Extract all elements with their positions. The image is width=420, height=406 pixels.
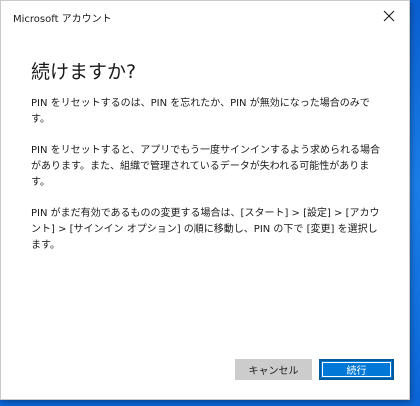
window-title: Microsoft アカウント [13, 14, 112, 25]
cancel-button[interactable]: キャンセル [235, 359, 312, 380]
info-paragraph-2: PIN をリセットすると、アプリでもう一度サインインするよう求められる場合があり… [31, 145, 380, 188]
dialog-heading: 続けますか? [31, 61, 137, 83]
close-icon [383, 10, 395, 22]
dialog-window: Microsoft アカウント 続けますか? PIN をリセットするのは、PIN… [0, 0, 410, 400]
dialog-content: 続けますか? PIN をリセットするのは、PIN を忘れたか、PIN が無効にな… [31, 57, 387, 269]
close-button[interactable] [369, 1, 409, 31]
info-paragraph-3: PIN がまだ有効であるものの変更する場合は、[スタート] > [設定] > [… [31, 208, 380, 251]
title-bar: Microsoft アカウント [1, 1, 409, 33]
continue-button[interactable]: 続行 [319, 359, 394, 380]
info-paragraph-1: PIN をリセットするのは、PIN を忘れたか、PIN が無効になった場合のみで… [31, 98, 370, 125]
